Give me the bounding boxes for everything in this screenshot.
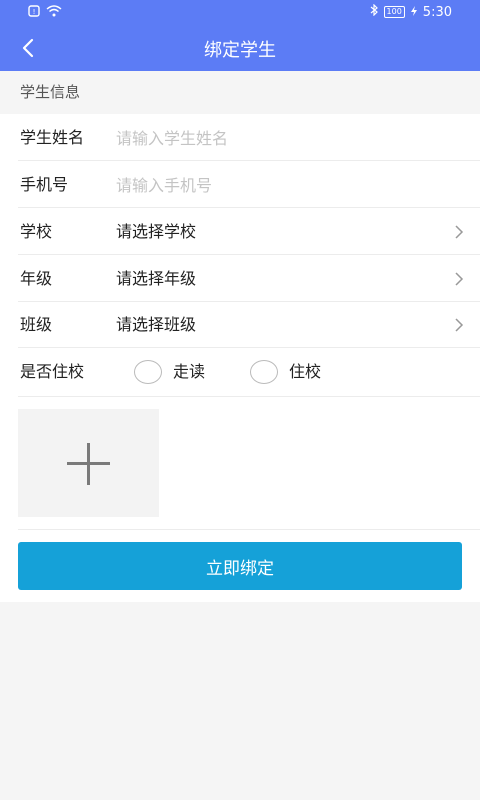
student-name-label: 学生姓名 [20, 128, 85, 147]
divider [18, 529, 480, 530]
class-value: 请选择班级 [116, 315, 197, 334]
grade-select[interactable]: 年级 请选择年级 [18, 255, 480, 302]
grade-label: 年级 [20, 269, 53, 288]
chevron-right-icon [455, 318, 464, 332]
boarding-row: 是否住校 走读 住校 [18, 347, 480, 397]
page-title: 绑定学生 [204, 40, 276, 61]
radio-boarding-label[interactable]: 住校 [289, 347, 321, 397]
bluetooth-icon [370, 3, 378, 20]
clock-time: 5:30 [422, 4, 452, 20]
radio-day-student[interactable] [134, 360, 162, 384]
charging-icon [410, 5, 417, 20]
battery-indicator: 100 [383, 6, 405, 18]
student-name-row: 学生姓名 [18, 114, 480, 161]
grade-value: 请选择年级 [116, 269, 197, 288]
section-title: 学生信息 [0, 71, 480, 114]
boarding-label: 是否住校 [20, 362, 85, 381]
school-label: 学校 [20, 222, 53, 241]
radio-day-student-label[interactable]: 走读 [173, 347, 205, 397]
phone-label: 手机号 [20, 175, 69, 194]
svg-text:!: ! [33, 8, 36, 16]
chevron-right-icon [455, 225, 464, 239]
radio-boarding[interactable] [250, 360, 278, 384]
status-bar: ! 100 5:30 [0, 0, 480, 24]
phone-row: 手机号 [18, 161, 480, 208]
student-form: 学生姓名 手机号 学校 请选择学校 年级 请选择年级 班级 请选择班级 是否住校… [0, 114, 480, 602]
chevron-right-icon [455, 272, 464, 286]
school-value: 请选择学校 [116, 222, 197, 241]
nav-bar: 绑定学生 [0, 24, 480, 71]
bind-submit-button[interactable]: 立即绑定 [18, 542, 462, 590]
class-select[interactable]: 班级 请选择班级 [18, 301, 480, 348]
notification-icon: ! [28, 5, 40, 21]
phone-input[interactable] [116, 171, 416, 199]
wifi-icon [46, 5, 62, 21]
class-label: 班级 [20, 315, 53, 334]
school-select[interactable]: 学校 请选择学校 [18, 208, 480, 255]
photo-upload-button[interactable] [18, 409, 159, 517]
student-name-input[interactable] [116, 124, 416, 152]
